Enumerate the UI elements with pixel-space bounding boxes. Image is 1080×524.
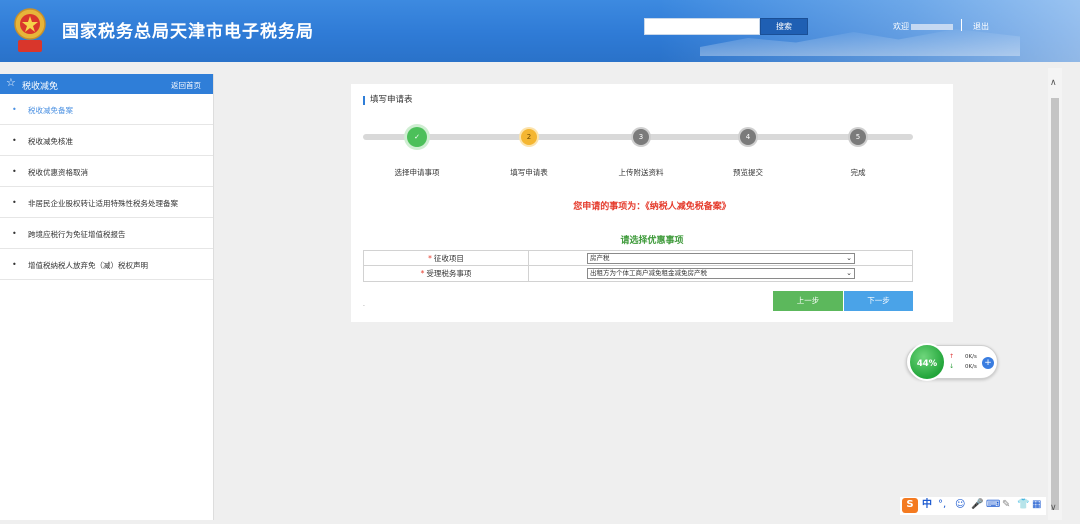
plus-icon[interactable]: + [982, 357, 994, 369]
select-value: 房产税 [590, 254, 610, 262]
tax-matter-select[interactable]: 出租方为个体工商户减免租金减免房产税 ⌄ [587, 268, 855, 279]
required-mark: * [428, 254, 432, 263]
network-speed-widget[interactable]: 44% ↑ ↓ 0K/s 0K/s + [906, 343, 998, 381]
form-label-text: 征收项目 [433, 254, 464, 263]
step-5-label: 完成 [850, 168, 866, 177]
collection-item-select[interactable]: 房产税 ⌄ [587, 253, 855, 264]
upload-arrow-icon: ↑ [949, 353, 955, 360]
handwriting-icon[interactable]: ✎ [1002, 498, 1010, 512]
next-step-button[interactable]: 下一步 [844, 291, 913, 311]
select-value: 出租方为个体工商户减免租金减免房产税 [590, 269, 707, 277]
step-3-label: 上传附送资料 [618, 168, 664, 177]
form-label: * 受理税务事项 [364, 266, 529, 281]
form-label-text: 受理税务事项 [426, 269, 472, 278]
page-scrollbar[interactable]: ∧ [1048, 68, 1062, 520]
header-separator [961, 19, 962, 31]
emoji-icon[interactable]: ☺ [955, 498, 965, 512]
required-mark: * [420, 269, 425, 278]
username-redacted [911, 23, 953, 30]
punctuation-toggle[interactable]: °, [938, 498, 946, 512]
bullet-icon: • [12, 229, 17, 238]
application-notice: 您申请的事项为：《纳税人减免税备案》 [573, 202, 731, 212]
step-4-circle: 4 [740, 129, 756, 145]
star-icon: ☆ [6, 76, 16, 89]
top-header: 国家税务总局天津市电子税务局 搜索 欢迎 退出 [0, 0, 1080, 62]
bullet-icon: • [12, 167, 17, 176]
welcome-text: 欢迎 [893, 21, 953, 32]
sidebar-item-tax-reduction-filing[interactable]: • 税收减免备案 [0, 94, 213, 125]
sidebar-item-label: 增值税纳税人放弃免（减）税权声明 [28, 261, 148, 270]
search-button[interactable]: 搜索 [760, 18, 808, 35]
chevron-down-icon: ⌄ [846, 254, 852, 262]
sidebar-item-label: 税收减免核准 [28, 137, 73, 146]
sidebar-item-label: 税收优惠资格取消 [28, 168, 88, 177]
form-row-tax-matter: * 受理税务事项 出租方为个体工商户减免租金减免房产税 ⌄ [364, 266, 912, 281]
sidebar-item-tax-reduction-approval[interactable]: • 税收减免核准 [0, 125, 213, 156]
scroll-down-icon[interactable]: ∨ [1050, 503, 1057, 513]
choose-preference-title: 请选择优惠事项 [620, 236, 684, 246]
step-1-label: 选择申请事项 [394, 168, 440, 177]
step-2-circle: 2 [521, 129, 537, 145]
dot-mark: . [363, 301, 365, 308]
sidebar-item-vat-waiver[interactable]: • 增值税纳税人放弃免（减）税权声明 [0, 249, 213, 280]
sidebar: ☆ 税收减免 返回首页 • 税收减免备案 • 税收减免核准 • 税收优惠资格取消… [0, 74, 214, 520]
sidebar-title: 税收减免 [22, 82, 59, 92]
step-1-check-icon: ✓ [407, 127, 427, 147]
speed-gauge: 44% [908, 343, 946, 381]
bullet-icon: • [12, 260, 17, 269]
form-label: * 征收项目 [364, 251, 529, 266]
sogou-logo-icon[interactable]: S [902, 498, 918, 513]
bullet-icon: • [12, 136, 17, 145]
toolbox-grid-icon[interactable]: ▦ [1032, 498, 1041, 512]
preference-form: * 征收项目 房产税 ⌄ * 受理税务事项 出租方为个体工商户减免租金减免房产税 ⌄ [363, 250, 913, 282]
site-title: 国家税务总局天津市电子税务局 [62, 22, 314, 42]
sidebar-header: ☆ 税收减免 返回首页 [0, 74, 213, 94]
scroll-thumb[interactable] [1051, 98, 1059, 510]
sidebar-item-label: 跨境应税行为免征增值税报告 [28, 230, 126, 239]
keyboard-icon[interactable]: ⌨ [986, 498, 1000, 512]
bullet-icon: • [12, 198, 17, 207]
step-5-circle: 5 [850, 129, 866, 145]
sidebar-item-label: 税收减免备案 [28, 106, 73, 115]
tax-emblem-icon [14, 8, 46, 52]
sidebar-item-preference-cancel[interactable]: • 税收优惠资格取消 [0, 156, 213, 187]
chevron-down-icon: ⌄ [846, 269, 852, 277]
form-row-collection-item: * 征收项目 房产税 ⌄ [364, 251, 912, 266]
welcome-label: 欢迎 [893, 22, 909, 31]
upload-speed: 0K/s [965, 354, 977, 360]
panel-title: 填写申请表 [363, 96, 413, 105]
search-input[interactable] [644, 18, 760, 35]
chinese-mode-toggle[interactable]: 中 [922, 498, 932, 512]
bullet-icon: • [12, 105, 17, 114]
ime-toolbar: S 中 °, ☺ 🎤 ⌨ ✎ 👕 ▦ [900, 497, 1046, 515]
step-2-label: 填写申请表 [510, 168, 548, 177]
sidebar-item-nonresident-equity[interactable]: • 非居民企业股权转让适用特殊性税务处理备案 [0, 187, 213, 218]
scroll-up-icon[interactable]: ∧ [1050, 78, 1057, 88]
step-4-label: 预览提交 [733, 168, 763, 177]
application-panel: 填写申请表 ✓ 2 3 4 5 选择申请事项 填写申请表 上传附送资料 预览提交… [351, 84, 953, 322]
previous-step-button[interactable]: 上一步 [773, 291, 843, 311]
step-3-circle: 3 [633, 129, 649, 145]
back-home-link[interactable]: 返回首页 [171, 80, 201, 91]
download-speed: 0K/s [965, 364, 977, 370]
sidebar-item-cross-border-vat[interactable]: • 跨境应税行为免征增值税报告 [0, 218, 213, 249]
microphone-icon[interactable]: 🎤 [971, 498, 983, 512]
sidebar-item-label: 非居民企业股权转让适用特殊性税务处理备案 [28, 199, 178, 208]
skin-shirt-icon[interactable]: 👕 [1017, 498, 1029, 512]
download-arrow-icon: ↓ [949, 363, 955, 370]
logout-link[interactable]: 退出 [973, 21, 989, 32]
